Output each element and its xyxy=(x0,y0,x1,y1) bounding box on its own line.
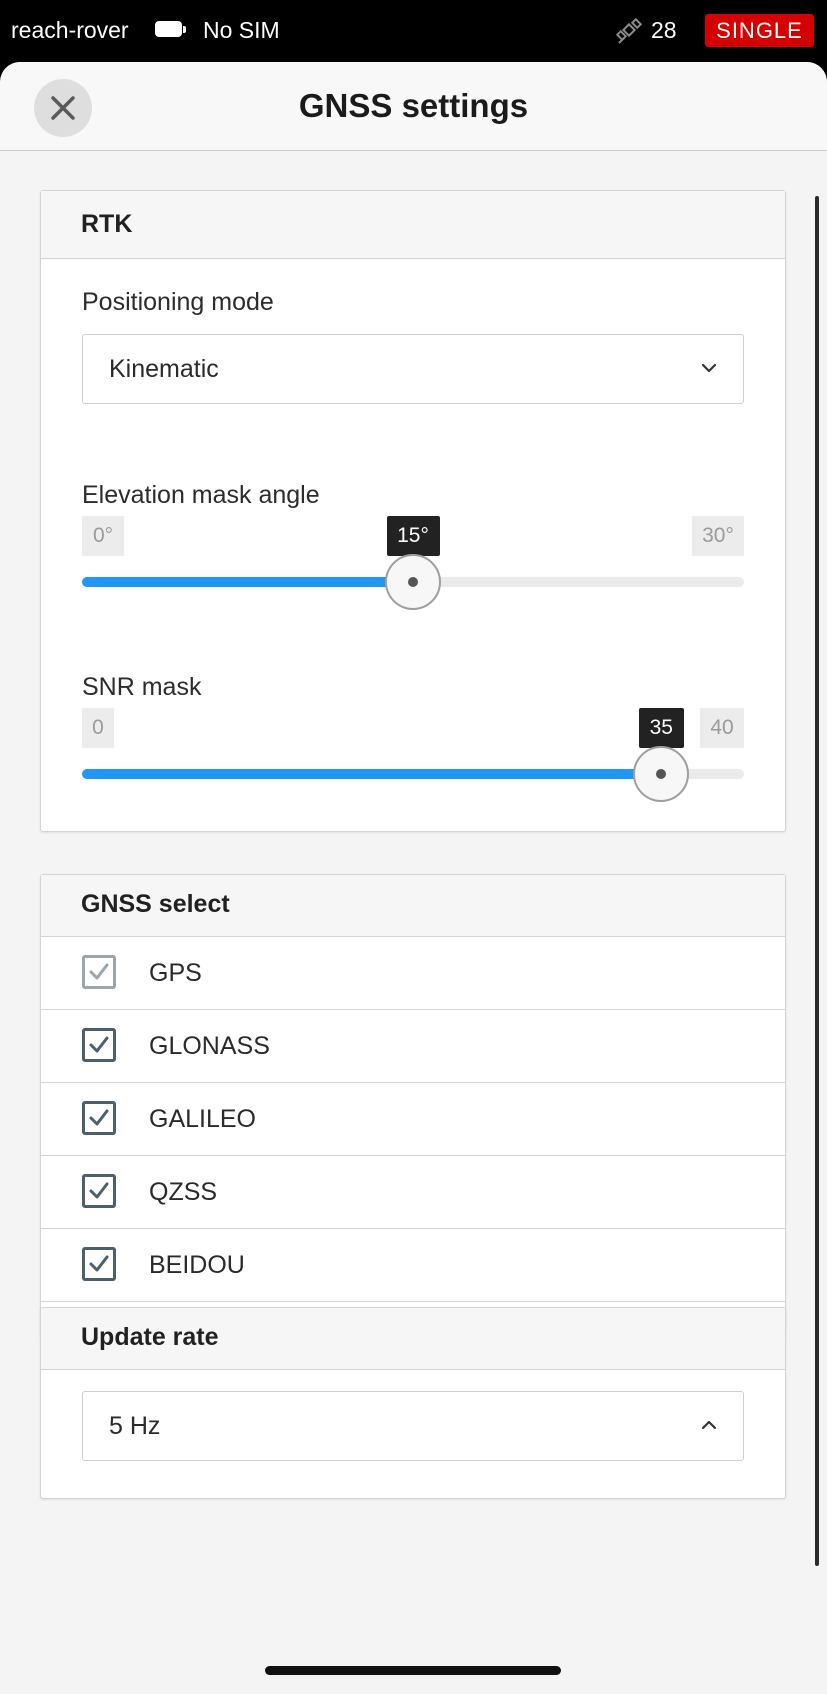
gnss-row-qzss[interactable]: QZSS xyxy=(41,1156,785,1229)
snr-mask-slider-thumb[interactable] xyxy=(633,746,690,802)
elevation-mask-min: 0° xyxy=(82,516,124,556)
positioning-mode-value: Kinematic xyxy=(109,355,219,383)
gnss-select-card: GNSS select GPS GLONASS GALILEO QZSS BEIDOU xyxy=(40,874,786,1338)
device-name: reach-rover xyxy=(11,17,129,43)
snr-mask-label: SNR mask xyxy=(82,673,202,701)
update-rate-header: Update rate xyxy=(41,1308,785,1370)
battery-icon xyxy=(155,21,186,37)
gnss-system-name: BEIDOU xyxy=(149,1251,245,1279)
chevron-down-icon xyxy=(701,363,717,373)
settings-sheet: GNSS settings RTK Positioning mode Kinem… xyxy=(0,62,827,1694)
chevron-up-icon xyxy=(701,1420,717,1430)
update-rate-select[interactable]: 5 Hz xyxy=(82,1391,744,1461)
update-rate-title: Update rate xyxy=(81,1323,219,1351)
snr-mask-min: 0 xyxy=(82,708,114,748)
gnss-checkbox[interactable] xyxy=(82,1028,116,1062)
checkmark-icon xyxy=(89,1036,109,1053)
elevation-mask-fill xyxy=(82,577,413,587)
gnss-select-title: GNSS select xyxy=(81,890,230,918)
checkmark-icon xyxy=(89,1255,109,1272)
elevation-mask-max: 30° xyxy=(692,516,744,556)
checkmark-icon xyxy=(89,1182,109,1199)
elevation-mask-slider-thumb[interactable] xyxy=(385,554,441,610)
gnss-row-glonass[interactable]: GLONASS xyxy=(41,1010,785,1083)
scrollbar[interactable] xyxy=(815,196,819,1566)
gnss-system-name: GALILEO xyxy=(149,1105,256,1133)
gnss-checkbox[interactable] xyxy=(82,1101,116,1135)
solution-status-badge: SINGLE xyxy=(705,14,814,47)
update-rate-card: Update rate 5 Hz xyxy=(40,1307,786,1499)
gnss-system-name: QZSS xyxy=(149,1178,218,1206)
status-bar: reach-rover No SIM 28 SINGLE xyxy=(0,0,827,62)
gnss-checkbox[interactable] xyxy=(82,955,116,989)
sim-status: No SIM xyxy=(203,17,280,43)
positioning-mode-label: Positioning mode xyxy=(82,288,274,316)
rtk-section-title: RTK xyxy=(81,210,133,238)
rtk-card-header: RTK xyxy=(41,191,785,259)
gnss-system-name: GLONASS xyxy=(149,1032,270,1060)
gnss-row-beidou[interactable]: BEIDOU xyxy=(41,1229,785,1302)
snr-mask-fill xyxy=(82,769,662,779)
satellite-count: 28 xyxy=(651,17,677,43)
sheet-header: GNSS settings xyxy=(0,62,827,151)
elevation-mask-value: 15° xyxy=(386,516,440,556)
elevation-mask-label: Elevation mask angle xyxy=(82,481,320,509)
gnss-checkbox[interactable] xyxy=(82,1174,116,1208)
home-indicator xyxy=(265,1666,561,1675)
gnss-checkbox[interactable] xyxy=(82,1247,116,1281)
positioning-mode-select[interactable]: Kinematic xyxy=(82,334,744,404)
gnss-row-gps[interactable]: GPS xyxy=(41,937,785,1010)
gnss-system-name: GPS xyxy=(149,959,202,987)
satellite-icon xyxy=(615,16,645,46)
checkmark-icon xyxy=(89,1109,109,1126)
snr-mask-max: 40 xyxy=(700,708,744,748)
rtk-card: RTK Positioning mode Kinematic Elevation… xyxy=(40,190,786,832)
gnss-row-galileo[interactable]: GALILEO xyxy=(41,1083,785,1156)
gnss-select-header: GNSS select xyxy=(41,875,785,937)
page-title: GNSS settings xyxy=(298,87,529,124)
checkmark-icon xyxy=(89,963,109,980)
update-rate-value: 5 Hz xyxy=(109,1412,161,1440)
snr-mask-value: 35 xyxy=(638,708,684,748)
